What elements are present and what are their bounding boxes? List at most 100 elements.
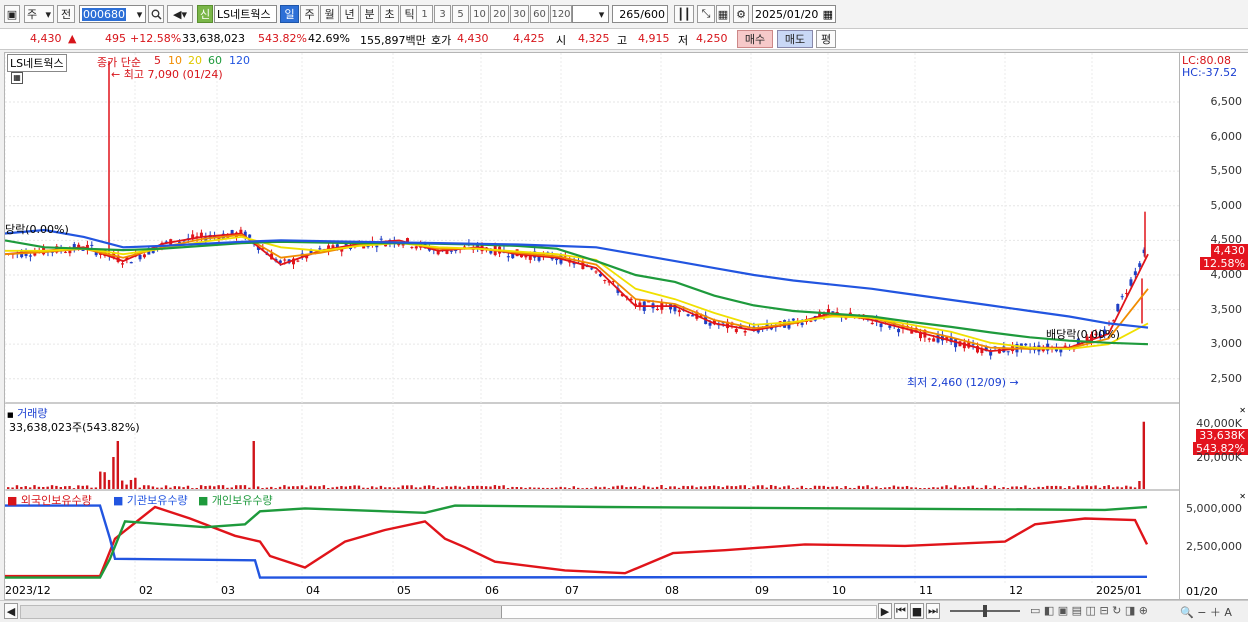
chart-area[interactable]: LS네트웍스 종가 단순 5 10 20 60 120 ▦ ← 최고 7,090…	[4, 52, 1180, 600]
chevron-down-icon[interactable]: ▾	[595, 5, 608, 23]
price-tick: 3,000	[1211, 337, 1243, 350]
volume-bar	[1029, 488, 1031, 489]
volume-bar	[691, 486, 693, 489]
count-field[interactable]: 265/600	[612, 5, 668, 23]
volume-bar	[998, 488, 1000, 489]
calendar-icon[interactable]: ▦	[823, 8, 833, 21]
stock-code-dropdown-icon[interactable]: ▾	[133, 5, 146, 23]
holding-tick: 2,500,000	[1186, 540, 1242, 553]
volume-bar	[108, 480, 110, 489]
scrollbar-thumb[interactable]	[501, 606, 876, 618]
volume-bar	[1002, 487, 1004, 489]
sell-button[interactable]: 매도	[777, 30, 813, 48]
panel-close-icon[interactable]: ✕	[1239, 406, 1246, 415]
last-icon[interactable]: ⏭	[926, 603, 940, 619]
period-tab-2[interactable]: 월	[320, 5, 339, 23]
scrollbar-track[interactable]	[20, 605, 877, 619]
candle-body	[595, 271, 598, 272]
zoom-icons[interactable]: 🔍 − ＋ A	[1180, 604, 1232, 620]
volume-bar	[520, 487, 522, 489]
volume-bar	[200, 485, 202, 489]
volume-bar	[910, 487, 912, 489]
x-axis-label: 04	[306, 584, 320, 597]
vol-tick: 20,000K	[1196, 451, 1242, 464]
ask-value: 4,425	[513, 32, 545, 45]
interval-tab-4[interactable]: 20	[490, 5, 509, 23]
interval-tab-6[interactable]: 60	[530, 5, 549, 23]
interval-tab-2[interactable]: 5	[452, 5, 469, 23]
volume-bar	[805, 488, 807, 489]
volume-bar	[29, 487, 31, 489]
candle-body	[954, 339, 957, 347]
stop-icon[interactable]: ■	[910, 603, 924, 619]
volume-bar	[709, 486, 711, 489]
period-tab-3[interactable]: 년	[340, 5, 359, 23]
interval-tab-0[interactable]: 1	[416, 5, 433, 23]
volume-bar	[318, 486, 320, 489]
volume-bar	[125, 485, 127, 489]
candle-body	[871, 323, 874, 324]
volume-bar	[573, 486, 575, 489]
grid-icon[interactable]: ▦	[716, 5, 730, 23]
volume-bar	[989, 488, 991, 489]
volume-bar	[774, 486, 776, 489]
sell-button-label: 매도	[785, 31, 805, 47]
candle-body	[809, 321, 812, 322]
candle-body	[801, 323, 804, 325]
period-tab-1[interactable]: 주	[300, 5, 319, 23]
buy-button[interactable]: 매수	[737, 30, 773, 48]
period-tab-4[interactable]: 분	[360, 5, 379, 23]
volume-bar	[459, 487, 461, 489]
calendar-icon[interactable]: ▦	[11, 72, 23, 84]
volume-bar	[849, 488, 851, 489]
volume-bar	[748, 488, 750, 489]
scroll-right-icon[interactable]: ▶	[878, 603, 892, 619]
volume-bar	[33, 485, 35, 489]
search-icon[interactable]	[148, 5, 164, 23]
interval-tab-5[interactable]: 30	[510, 5, 529, 23]
evaluate-button[interactable]: 평	[816, 30, 836, 48]
interval-tab-7[interactable]: 120	[550, 5, 572, 23]
drawing-tool-icon[interactable]: ⤡	[697, 5, 715, 23]
panel-close-icon[interactable]: ✕	[1239, 492, 1246, 501]
period-tab-0[interactable]: 일	[280, 5, 299, 23]
candle-body	[603, 280, 606, 281]
candles	[7, 61, 1146, 359]
volume-bar	[152, 486, 154, 489]
gear-icon[interactable]: ⚙	[733, 5, 749, 23]
volume-bar	[516, 487, 518, 489]
volume-bar	[796, 488, 798, 489]
volume-bar	[577, 488, 579, 489]
volume-bar	[99, 472, 101, 489]
candle-body	[735, 329, 738, 332]
period-tab-5[interactable]: 초	[380, 5, 399, 23]
institution-holding-line	[5, 506, 1147, 578]
volume-bar	[112, 457, 114, 489]
volume-bar	[1134, 487, 1136, 489]
volume-bar	[1033, 488, 1035, 489]
volume-bar	[866, 485, 868, 489]
open-value: 4,325	[578, 32, 610, 45]
volume-bar	[231, 487, 233, 489]
volume-bar	[656, 487, 658, 489]
chart-canvas[interactable]	[5, 53, 1179, 599]
volume-bar	[204, 486, 206, 489]
sound-icon[interactable]: ◀▾	[167, 5, 193, 23]
interval-tab-1[interactable]: 3	[434, 5, 451, 23]
candle-body	[121, 263, 124, 264]
period-select[interactable]: 주▾	[24, 5, 54, 23]
scroll-left-icon[interactable]: ◀	[4, 603, 18, 619]
volume-bar	[901, 487, 903, 489]
foreign-holding-line	[5, 507, 1147, 576]
layout-icons[interactable]: ▭ ◧ ▣ ▤ ◫ ⊟ ↻ ◨ ⊕	[1030, 604, 1148, 617]
interval-tab-3[interactable]: 10	[470, 5, 489, 23]
date-input[interactable]: 2025/01/20▦	[752, 5, 836, 23]
zoom-slider-handle[interactable]	[983, 605, 987, 617]
volume-bar	[1094, 485, 1096, 489]
first-icon[interactable]: ⏮	[894, 603, 908, 619]
prev-button[interactable]: 전	[57, 5, 75, 23]
candle-type-icon[interactable]: ┃┃	[674, 5, 694, 23]
window-menu-icon[interactable]: ▣	[4, 5, 20, 23]
volume-bar	[419, 487, 421, 489]
candle-body	[375, 246, 378, 248]
